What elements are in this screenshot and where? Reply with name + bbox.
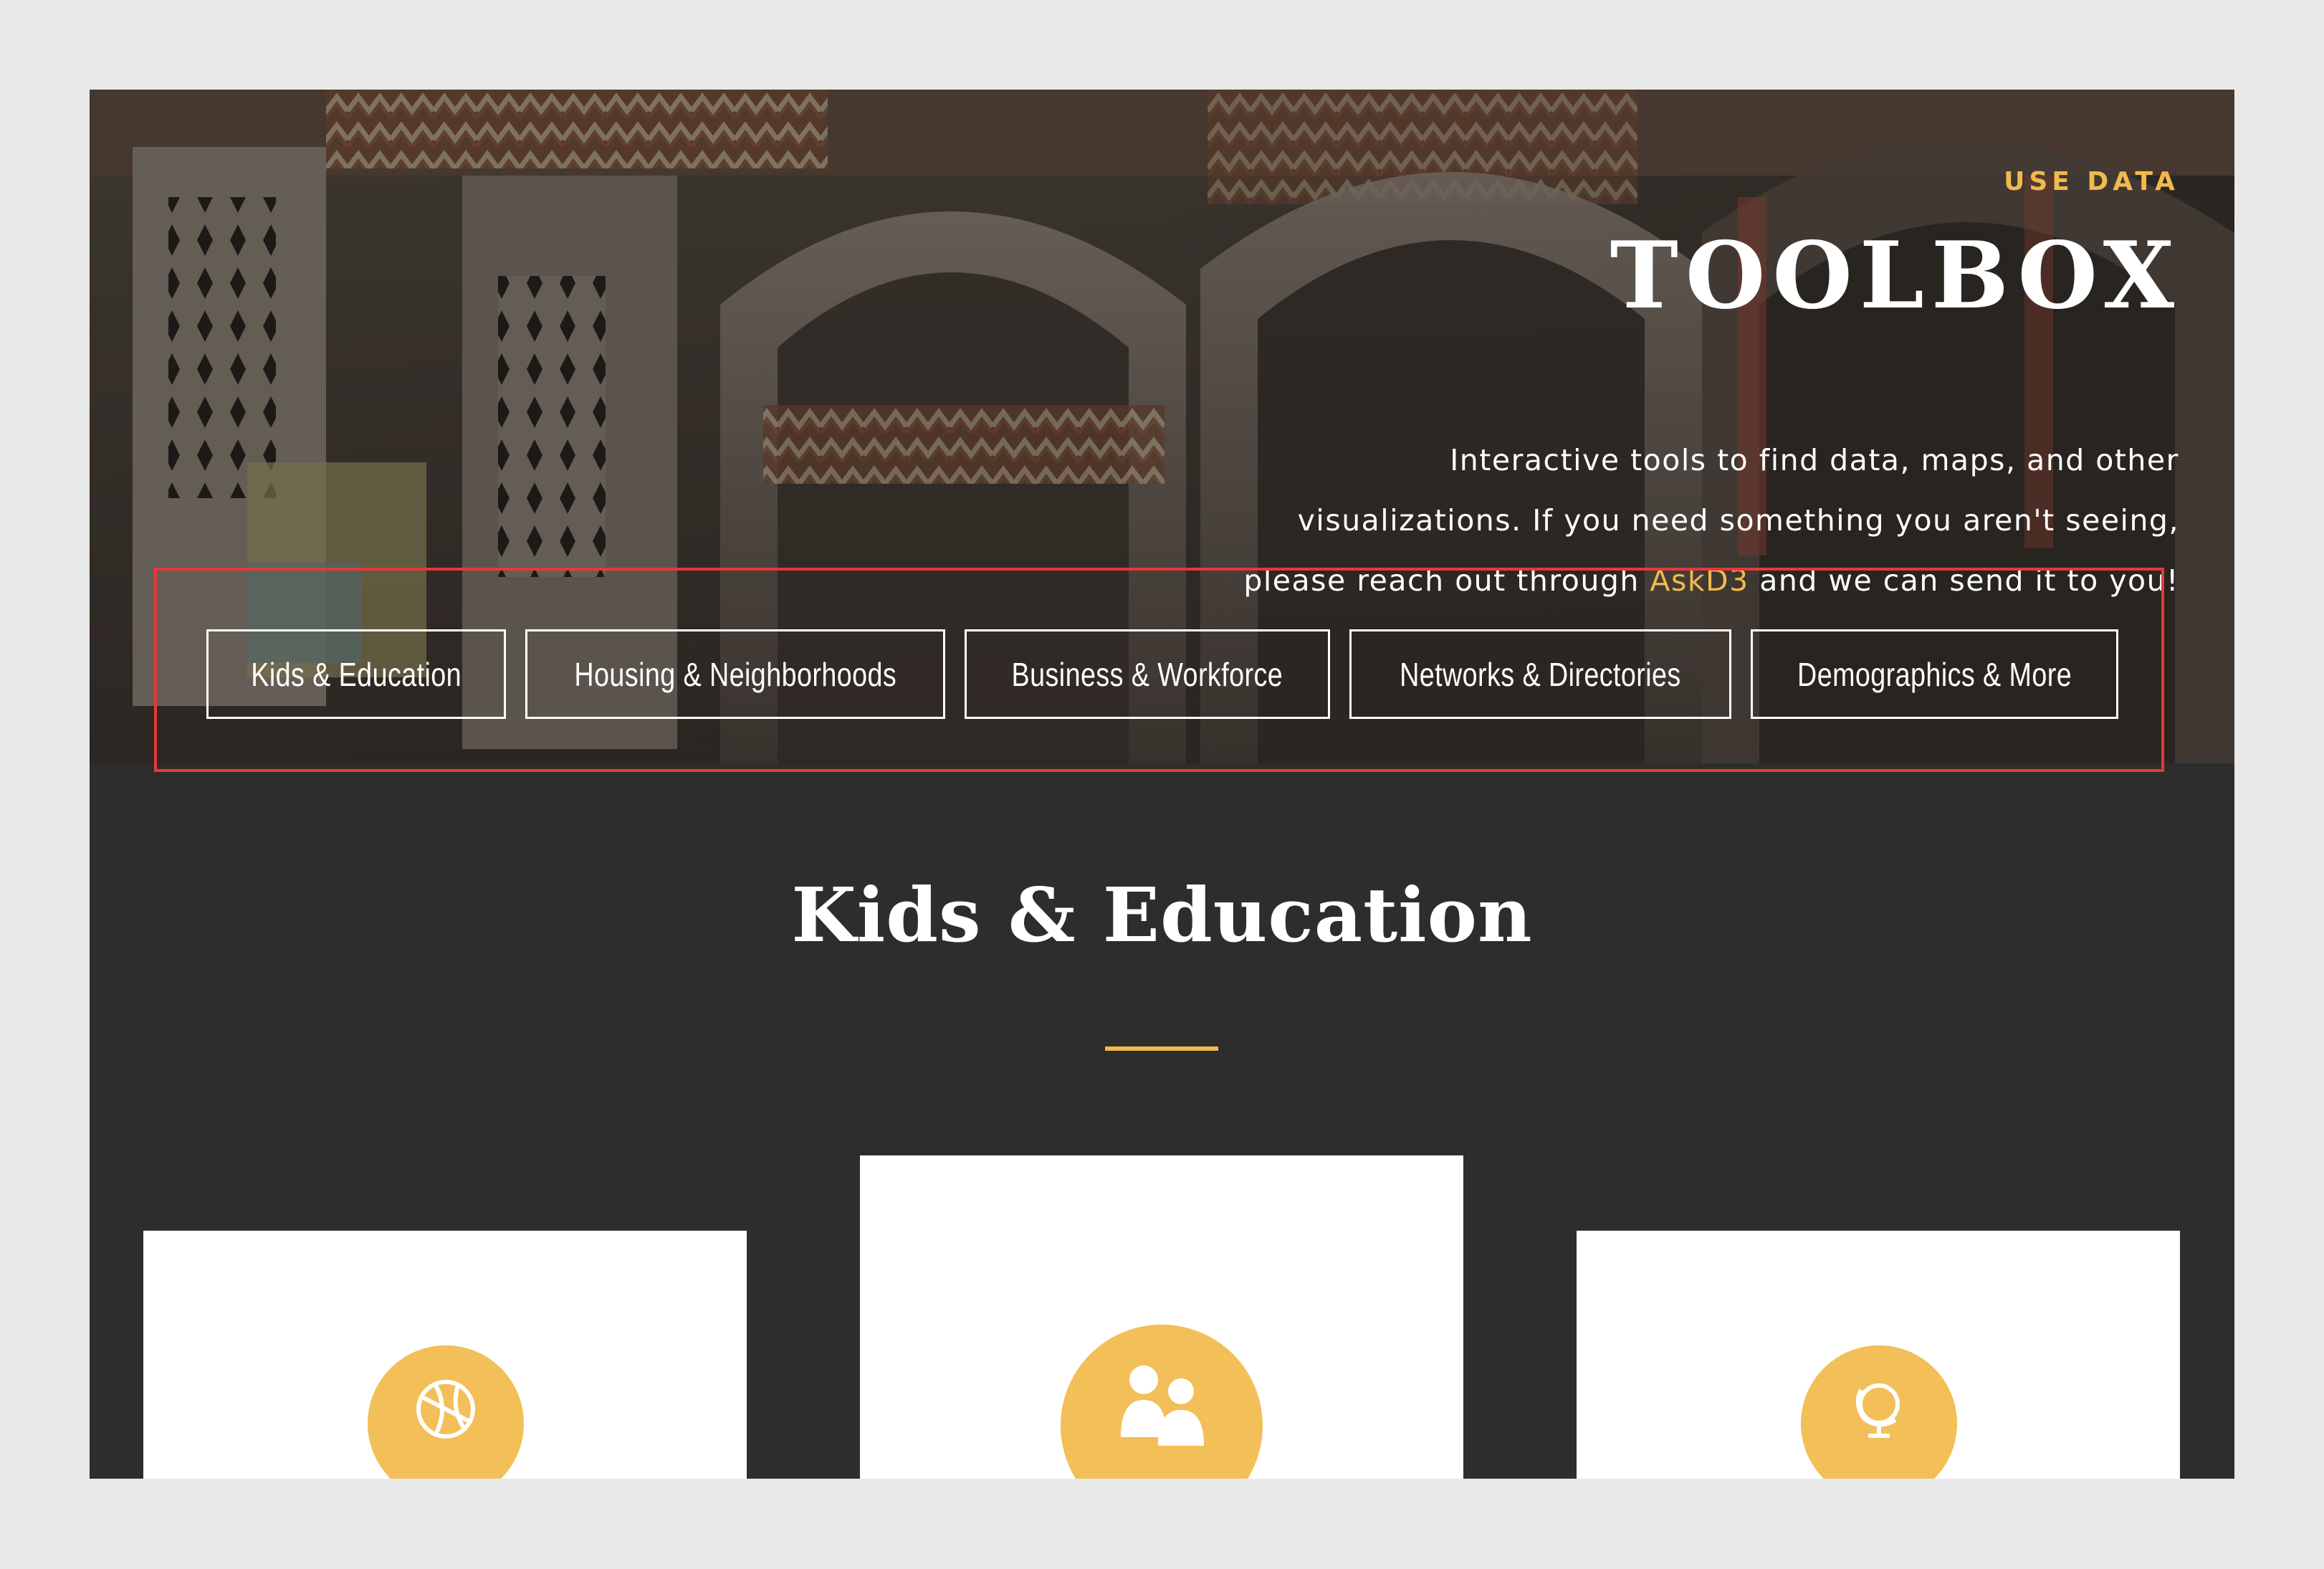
tab-label: Housing & Neighborhoods [574,655,896,693]
hero-eyebrow: USE DATA [2004,167,2179,196]
section-title: Kids & Education [791,871,1533,959]
tool-card[interactable] [860,1155,1463,1479]
page-frame: USE DATA TOOLBOX Interactive tools to fi… [90,90,2234,1479]
basketball-icon [368,1345,524,1479]
section-divider [1105,1046,1218,1051]
tab-networks-directories[interactable]: Networks & Directories [1349,629,1731,719]
hero-description-line: please reach out through AskD3 and we ca… [1104,550,2179,611]
tab-demographics-more[interactable]: Demographics & More [1751,629,2118,719]
tool-card[interactable] [143,1231,747,1479]
tab-label: Kids & Education [251,655,462,693]
hero-description: Interactive tools to find data, maps, an… [1104,430,2179,611]
tab-label: Demographics & More [1797,655,2072,693]
tab-housing-neighborhoods[interactable]: Housing & Neighborhoods [525,629,945,719]
tab-business-workforce[interactable]: Business & Workforce [965,629,1330,719]
hero-description-text: and we can send it to you! [1749,563,2179,598]
tab-label: Networks & Directories [1400,655,1681,693]
hero-banner: USE DATA TOOLBOX Interactive tools to fi… [90,90,2234,763]
hero-description-text: please reach out through [1243,563,1650,598]
askd3-link[interactable]: AskD3 [1650,563,1749,598]
hero-description-line: visualizations. If you need something yo… [1297,503,2179,538]
hero-description-line: Interactive tools to find data, maps, an… [1450,443,2179,477]
hero-title: TOOLBOX [1610,222,2181,330]
globe-icon [1801,1345,1957,1479]
tab-kids-education[interactable]: Kids & Education [206,629,506,719]
tool-card[interactable] [1577,1231,2180,1479]
tab-label: Business & Workforce [1011,655,1283,693]
category-tabs: Kids & Education Housing & Neighborhoods… [206,629,2118,719]
people-icon [1061,1325,1263,1479]
